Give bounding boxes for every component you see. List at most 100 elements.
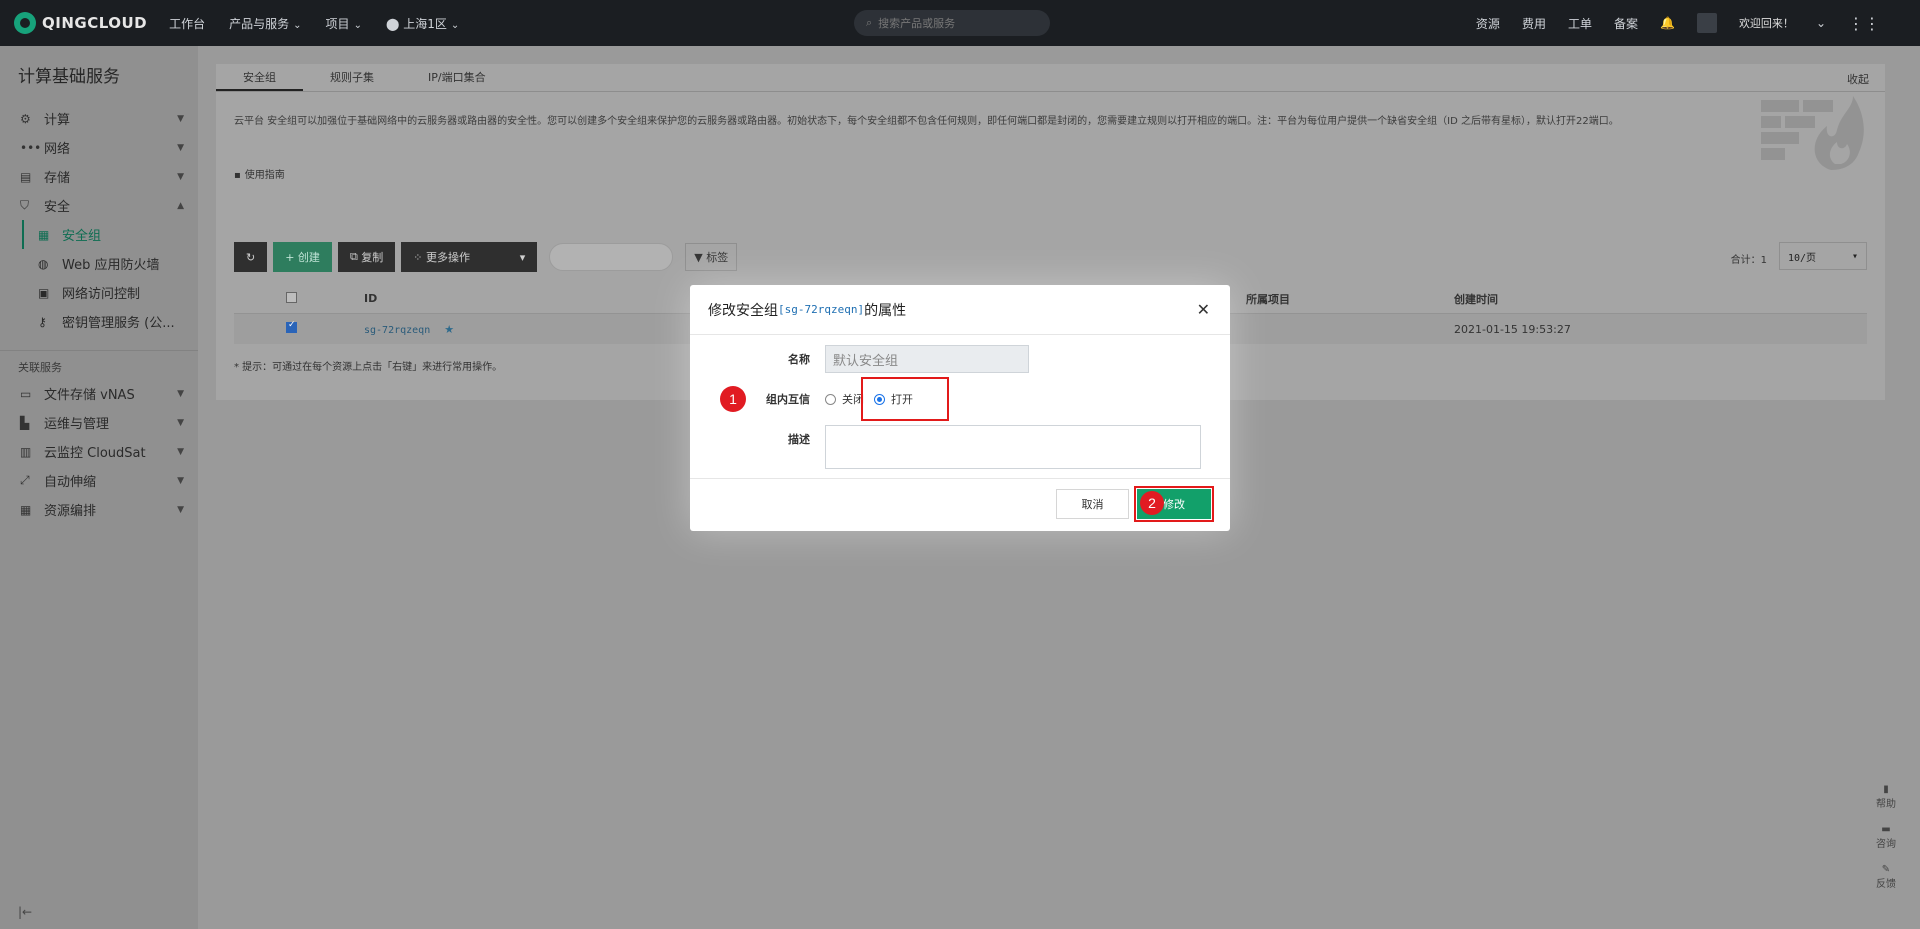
row-checkbox[interactable] [286, 320, 297, 333]
chevron-down-icon: ▼ [177, 113, 184, 124]
nav-project[interactable]: 项目 ⌄ [326, 15, 362, 32]
top-navigation-bar: QINGCLOUD 工作台 产品与服务 ⌄ 项目 ⌄ ⬤ 上海1区 ⌄ ⌕ 搜索产品或… [0, 0, 1920, 46]
link-resources[interactable]: 资源 [1476, 15, 1500, 32]
sidebar-title: 计算基础服务 [18, 67, 120, 87]
create-button[interactable]: + 创建 [273, 242, 332, 272]
qingcloud-logo[interactable]: QINGCLOUD [14, 12, 147, 34]
sidebar-item-orchestration[interactable]: ▦ 资源编排 ▼ [0, 495, 198, 524]
sidebar-item-network[interactable]: ••• 网络 ▼ [0, 133, 198, 162]
step-badge-1: 1 [720, 386, 746, 412]
pencil-icon: ✎ [1881, 864, 1891, 875]
description-field[interactable] [825, 425, 1201, 469]
book-icon: ▪ [234, 170, 241, 181]
row-id-link[interactable]: sg-72rqzeqn [364, 325, 430, 336]
sidebar-item-autoscale[interactable]: ⤢ 自动伸缩 ▼ [0, 466, 198, 495]
help-button[interactable]: ▮ 帮助 [1876, 784, 1896, 810]
description-row: 描述 [690, 425, 1230, 469]
sidebar-item-network-acl[interactable]: ▣ 网络访问控制 [0, 278, 198, 307]
ops-icon: ▙ [20, 415, 30, 430]
refresh-icon: ↻ [246, 250, 256, 264]
chevron-down-icon: ▼ [177, 446, 184, 457]
search-icon: ⌕ [866, 16, 873, 29]
top-nav: 工作台 产品与服务 ⌄ 项目 ⌄ ⬤ 上海1区 ⌄ [169, 15, 459, 32]
copy-icon: ⧉ [349, 250, 358, 263]
consult-button[interactable]: ▬ 咨询 [1876, 824, 1896, 850]
refresh-button[interactable]: ↻ [234, 242, 268, 272]
collapse-link[interactable]: 收起 [1847, 71, 1869, 87]
network-icon: ••• [20, 140, 42, 155]
avatar[interactable] [1696, 13, 1717, 33]
intra-trust-row: 组内互信 关闭 打开 [690, 385, 1230, 413]
page-size-select[interactable]: 10/页 ▾ [1779, 242, 1867, 270]
chip-icon: ⚙ [20, 111, 31, 126]
link-tickets[interactable]: 工单 [1568, 15, 1592, 32]
cancel-button[interactable]: 取消 [1056, 489, 1129, 519]
dialog-title: 修改安全组 [sg-72rqzeqn] 的属性 ✕ [690, 285, 1230, 335]
nav-region[interactable]: ⬤ 上海1区 ⌄ [386, 15, 459, 32]
edit-security-group-dialog: 修改安全组 [sg-72rqzeqn] 的属性 ✕ 名称 默认安全组 组内互信 关闭… [690, 285, 1230, 531]
search-input[interactable] [549, 243, 674, 271]
sidebar-item-storage[interactable]: ▤ 存储 ▼ [0, 162, 198, 191]
monitor-icon: ▥ [20, 444, 32, 459]
more-actions-button[interactable]: ⁘ 更多操作 ▾ [401, 242, 538, 272]
chevron-down-icon[interactable]: ⌄ [1816, 16, 1826, 30]
user-guide-link[interactable]: ▪ 使用指南 [234, 166, 285, 181]
name-field[interactable]: 默认安全组 [825, 345, 1029, 373]
column-created[interactable]: 创建时间 [1454, 291, 1498, 307]
radio-off[interactable]: 关闭 [825, 391, 864, 407]
tab-ip-port-set[interactable]: IP/端口集合 [401, 64, 513, 91]
sidebar-item-cloudsat[interactable]: ▥ 云监控 CloudSat ▼ [0, 437, 198, 466]
radio-off-circle[interactable] [825, 393, 836, 405]
name-row: 名称 默认安全组 [690, 345, 1230, 373]
shield-icon: ⛉ [20, 198, 30, 212]
bell-icon[interactable]: 🔔 [1660, 16, 1675, 30]
sidebar-item-waf[interactable]: ◍ Web 应用防火墙 [0, 249, 198, 278]
list-toolbar: ↻ + 创建 ⧉ 复制 ⁘ 更多操作 ▾ ▼ 标签 [234, 242, 738, 272]
description-text: 云平台 安全组可以加强位于基础网络中的云服务器或路由器的安全性。您可以创建多个安… [234, 116, 1619, 127]
collapse-sidebar-icon[interactable]: |← [18, 905, 32, 919]
sidebar-item-compute[interactable]: ⚙ 计算 ▼ [0, 104, 198, 133]
floating-help-bar: ▮ 帮助 ▬ 咨询 ✎ 反馈 [1866, 784, 1906, 890]
copy-button[interactable]: ⧉ 复制 [337, 242, 396, 272]
nav-products[interactable]: 产品与服务 ⌄ [229, 15, 301, 32]
storage-icon: ▤ [20, 169, 32, 184]
sidebar-item-security-group[interactable]: ▦ 安全组 [0, 220, 198, 249]
tag-filter-button[interactable]: ▼ 标签 [685, 243, 738, 271]
chat-icon: ▬ [1881, 824, 1891, 835]
orchestration-icon: ▦ [20, 502, 32, 517]
location-pin-icon: ⬤ [385, 16, 400, 31]
total-count: 合计：1 [1730, 255, 1767, 266]
key-icon: ⚷ [38, 314, 47, 329]
chevron-down-icon: ▼ [177, 417, 184, 428]
access-control-icon: ▣ [38, 285, 50, 300]
select-all-checkbox[interactable] [286, 291, 297, 303]
grid-icon: ⁘ [413, 251, 423, 264]
search-input[interactable]: ⌕ 搜索产品或服务 [854, 10, 1050, 36]
info-panel: 安全组 规则子集 IP/端口集合 收起 云平台 安全组可以加强位于基础网络中的云… [216, 64, 1885, 250]
link-icp[interactable]: 备案 [1614, 15, 1638, 32]
chevron-down-icon: ⌄ [293, 19, 302, 31]
sidebar: 计算基础服务 ⚙ 计算 ▼ ••• 网络 ▼ ▤ 存储 ▼ ⛉ 安全 ▲ ▦ 安… [0, 46, 198, 929]
column-id[interactable]: ID [364, 292, 377, 305]
globe-icon: ◍ [38, 256, 49, 271]
dialog-footer: 取消 修改 2 [690, 478, 1230, 531]
active-indicator [22, 220, 24, 249]
brand-name: QINGCLOUD [42, 14, 148, 32]
sidebar-item-ops[interactable]: ▙ 运维与管理 ▼ [0, 408, 198, 437]
chevron-up-icon: ▲ [177, 200, 184, 211]
column-project[interactable]: 所属项目 [1246, 291, 1290, 307]
close-icon[interactable]: ✕ [1197, 300, 1210, 319]
sidebar-item-vnas[interactable]: ▭ 文件存储 vNAS ▼ [0, 379, 198, 408]
highlight-box-radio [861, 377, 949, 421]
link-billing[interactable]: 费用 [1522, 15, 1546, 32]
chevron-down-icon: ▼ [177, 475, 184, 486]
tab-rule-subset[interactable]: 规则子集 [303, 64, 401, 91]
tab-security-group[interactable]: 安全组 [216, 64, 303, 91]
filter-icon: ▼ [694, 250, 703, 264]
nav-workbench[interactable]: 工作台 [169, 15, 205, 32]
feedback-button[interactable]: ✎ 反馈 [1876, 864, 1896, 890]
sidebar-item-kms[interactable]: ⚷ 密钥管理服务 (公... [0, 307, 198, 336]
chevron-down-icon: ▼ [177, 504, 184, 515]
apps-grid-icon[interactable]: ⋮⋮ [1848, 14, 1880, 33]
sidebar-item-security[interactable]: ⛉ 安全 ▲ [0, 191, 198, 220]
